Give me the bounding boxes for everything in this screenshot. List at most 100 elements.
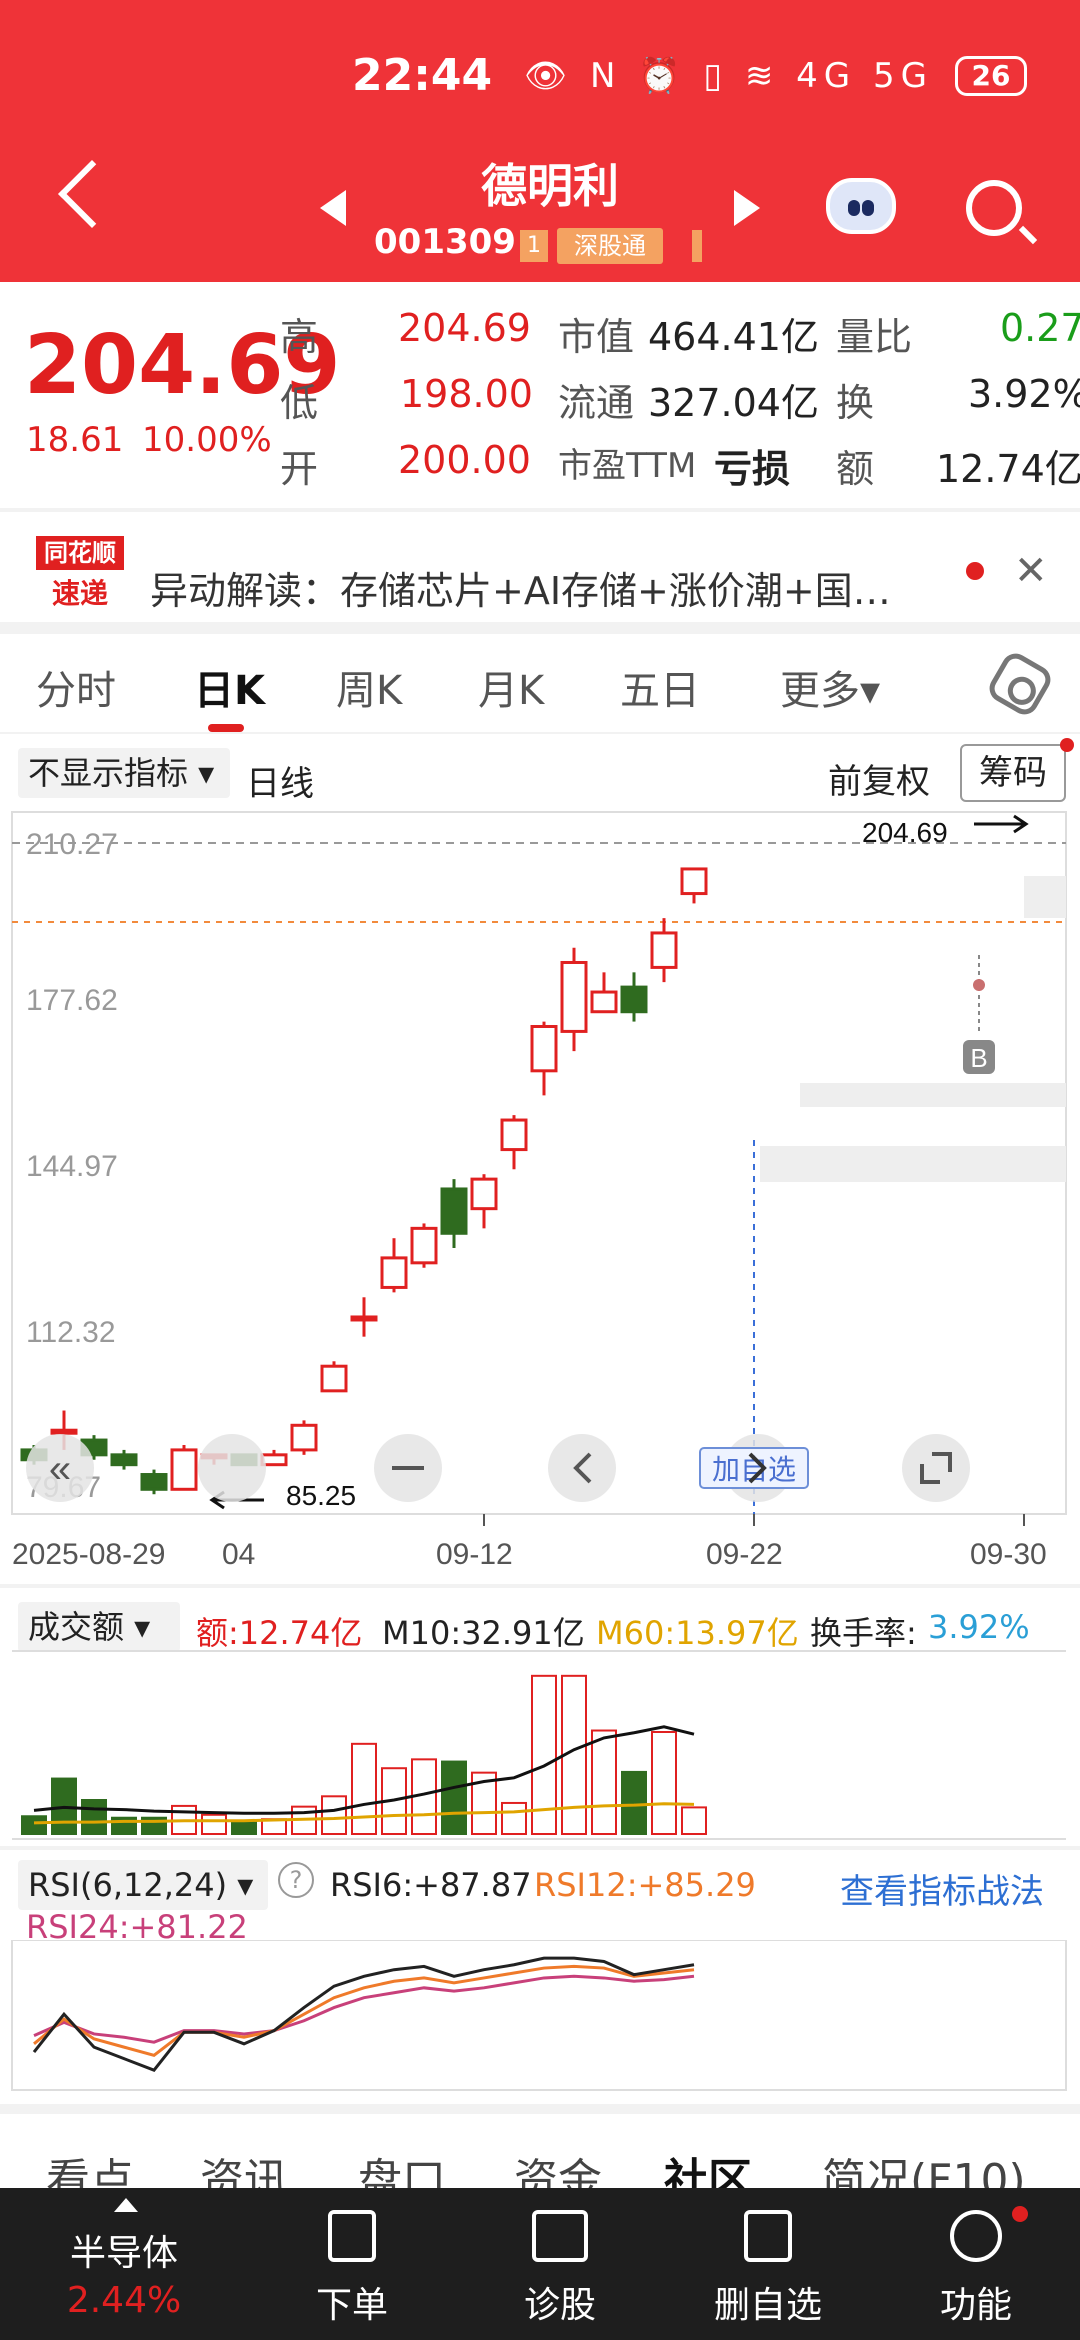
turnover-label: 换 xyxy=(836,381,875,425)
header: 22:44 👁 N ⏰ ▯ ≋ 4G 5G 26 德明利 001309 1 深股… xyxy=(0,0,1080,282)
tab-monthly-k[interactable]: 月K xyxy=(478,658,544,716)
mktcap-label: 市值 xyxy=(558,315,635,359)
low-marker-label: 85.25 xyxy=(286,1480,356,1511)
rsi-selector[interactable]: RSI(6,12,24) ▾ xyxy=(18,1860,268,1910)
gap-zone xyxy=(760,1146,1066,1182)
sector-name: 半导体 xyxy=(69,2233,178,2274)
amount-label: 额 xyxy=(836,447,875,491)
battery-icon: 26 xyxy=(955,56,1027,96)
prev-stock-icon[interactable] xyxy=(320,190,346,226)
tab-weekly-k[interactable]: 周K xyxy=(336,658,402,716)
y-tick-label: 210.27 xyxy=(26,828,118,861)
high-value: 204.69 xyxy=(398,306,531,350)
fullscreen-icon xyxy=(902,1434,970,1502)
status-bar: 22:44 👁 N ⏰ ▯ ≋ 4G 5G 26 xyxy=(0,0,1080,150)
volume-bar xyxy=(501,1801,527,1836)
menu-icon xyxy=(950,2210,1002,2262)
float-value: 327.04亿 xyxy=(648,381,819,425)
volume-amount: 额:12.74亿 xyxy=(196,1614,363,1652)
divider xyxy=(0,622,1080,634)
volratio-label: 量比 xyxy=(836,315,913,359)
nav-order-label: 下单 xyxy=(315,2285,388,2326)
bottom-nav: 半导体 2.44% 下单 诊股 删自选 功能 xyxy=(0,2188,1080,2340)
x-tick-label: 04 xyxy=(222,1538,255,1571)
volume-bar xyxy=(351,1742,377,1835)
candle-body xyxy=(110,1453,138,1467)
volratio-value: 0.27 xyxy=(1000,306,1080,350)
news-unread-dot xyxy=(966,562,984,580)
search-icon[interactable] xyxy=(966,180,1022,236)
divider xyxy=(0,732,1080,734)
assistant-robot-icon[interactable] xyxy=(826,178,896,234)
volume-bar xyxy=(591,1729,617,1835)
next-stock-icon[interactable] xyxy=(734,190,760,226)
scroll-left-fast-glyph: « xyxy=(49,1447,71,1491)
chips-button[interactable]: 筹码 xyxy=(960,744,1066,802)
news-logo: 同花顺 速递 xyxy=(36,536,124,610)
tab-intraday[interactable]: 分时 xyxy=(36,658,116,716)
rsi12-value: RSI12:+85.29 xyxy=(534,1866,756,1904)
indicator-strategy-link[interactable]: 查看指标战法 xyxy=(840,1864,1044,1913)
help-icon[interactable]: ? xyxy=(278,1862,314,1898)
news-headline[interactable]: 异动解读：存储芯片+AI存储+涨价潮+国… xyxy=(150,560,940,615)
volume-bar xyxy=(321,1795,347,1836)
connect-badge: 深股通 xyxy=(557,228,663,264)
candle-body xyxy=(560,960,588,1033)
candle-body xyxy=(140,1473,168,1491)
stock-detail-page: 22:44 👁 N ⏰ ▯ ≋ 4G 5G 26 德明利 001309 1 深股… xyxy=(0,0,1080,2340)
sector-change: 2.44% xyxy=(66,2280,182,2321)
candle-body xyxy=(650,931,678,969)
candle-body xyxy=(320,1364,348,1393)
tab-five-day[interactable]: 五日 xyxy=(620,658,700,716)
candle-body xyxy=(470,1177,498,1211)
pe-value: 亏损 xyxy=(714,447,791,491)
mktcap-value: 464.41亿 xyxy=(648,315,819,359)
price-change-pct: 10.00% xyxy=(142,420,272,460)
close-icon[interactable]: ✕ xyxy=(1014,548,1048,594)
volume-selector[interactable]: 成交额 ▾ xyxy=(18,1602,180,1652)
tab-daily-k[interactable]: 日K xyxy=(194,658,265,716)
settings-icon[interactable] xyxy=(984,648,1056,720)
rsi24-line xyxy=(33,1974,695,2044)
amount-value: 12.74亿 xyxy=(936,447,1080,491)
volume-bar xyxy=(651,1731,677,1835)
indicator-selector[interactable]: 不显示指标 ▾ xyxy=(18,748,230,798)
sector-indicator[interactable]: 半导体 2.44% xyxy=(34,2188,214,2340)
turnover-rate-label: 换手率: xyxy=(810,1614,917,1652)
price-change: 18.61 xyxy=(26,420,124,460)
candle-body xyxy=(50,1428,78,1435)
adjust-toggle[interactable]: 前复权 xyxy=(828,754,930,803)
tab-more[interactable]: 更多▾ xyxy=(780,658,880,716)
back-icon[interactable] xyxy=(58,160,126,228)
nav-order[interactable]: 下单 xyxy=(262,2188,442,2340)
divider xyxy=(0,2104,1080,2114)
rsi-chart xyxy=(11,1940,1067,2091)
zoom-in-icon xyxy=(198,1434,266,1502)
candle-body xyxy=(500,1118,528,1152)
volume-bar xyxy=(441,1760,467,1835)
functions-red-dot xyxy=(1012,2206,1028,2222)
rsi12-line xyxy=(33,1964,695,2057)
volume-m60: M60:13.97亿 xyxy=(596,1614,799,1652)
clock: 22:44 xyxy=(352,50,493,101)
nav-functions-label: 功能 xyxy=(939,2285,1012,2326)
gap-zone xyxy=(800,1083,1066,1107)
diagnose-plus-icon xyxy=(532,2210,588,2262)
news-logo-bottom: 速递 xyxy=(51,577,108,610)
gap-zone xyxy=(1024,876,1066,918)
remove-minus-icon xyxy=(744,2210,792,2262)
nav-remove-watch[interactable]: 删自选 xyxy=(678,2188,858,2340)
line-type-label[interactable]: 日线 xyxy=(246,756,314,805)
turnover-rate-value: 3.92% xyxy=(928,1608,1030,1646)
news-logo-top: 同花顺 xyxy=(36,536,124,570)
nav-diagnose-label: 诊股 xyxy=(523,2285,596,2326)
nav-functions[interactable]: 功能 xyxy=(886,2188,1066,2340)
high-marker-label: 204.69 xyxy=(862,817,948,848)
nav-diagnose[interactable]: 诊股 xyxy=(470,2188,650,2340)
volume-chart xyxy=(12,1650,1066,1840)
volume-bar xyxy=(621,1770,647,1835)
candle-body xyxy=(410,1226,438,1265)
candle-body xyxy=(680,867,708,896)
volume-bar xyxy=(81,1799,107,1835)
extra-badge xyxy=(692,230,702,262)
